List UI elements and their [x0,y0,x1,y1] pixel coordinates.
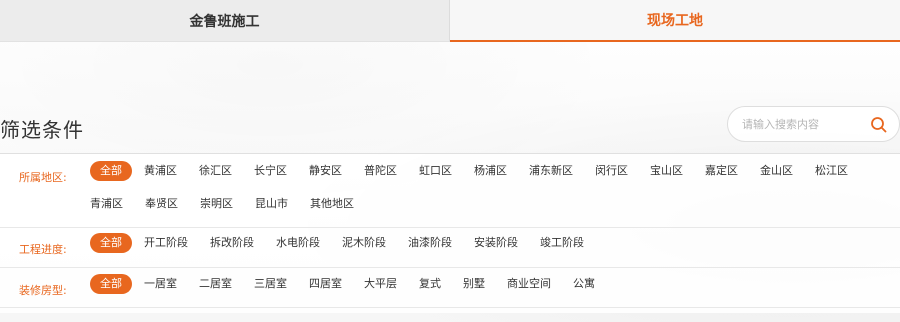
filter-option[interactable]: 杨浦区 [474,161,507,181]
filter-option[interactable]: 黄浦区 [144,161,177,181]
filter-option[interactable]: 大平层 [364,274,397,294]
filter-option[interactable]: 长宁区 [254,161,287,181]
filter-option[interactable]: 静安区 [309,161,342,181]
filter-option[interactable]: 徐汇区 [199,161,232,181]
tab-bar: 金鲁班施工 现场工地 [0,0,900,42]
filter-option[interactable]: 一居室 [144,274,177,294]
filter-label-house-type: 装修房型: [19,284,67,297]
filter-options-house-type: 全部 一居室 二居室 三居室 四居室 大平层 复式 别墅 商业空间 公寓 [90,274,890,294]
filter-option[interactable]: 三居室 [254,274,287,294]
filter-row-district: 所属地区: 全部 黄浦区 徐汇区 长宁区 静安区 普陀区 虹口区 杨浦区 浦东新区 闵行区 宝山区 嘉… [0,154,900,228]
filter-option[interactable]: 闵行区 [595,161,628,181]
filter-option[interactable]: 奉贤区 [145,194,178,214]
filter-option[interactable]: 二居室 [199,274,232,294]
search-box [727,106,900,142]
filter-panel: 所属地区: 全部 黄浦区 徐汇区 长宁区 静安区 普陀区 虹口区 杨浦区 浦东新区 闵行区 宝山区嘉… [0,153,900,313]
filter-option[interactable]: 虹口区 [419,161,452,181]
tab-jinluban-construction[interactable]: 金鲁班施工 [0,0,450,42]
filter-option[interactable]: 普陀区 [364,161,397,181]
filter-option[interactable]: 其他地区 [310,194,354,214]
filter-option[interactable]: 宝山区 [650,161,683,181]
filter-option[interactable]: 浦东新区 [529,161,573,181]
filter-option[interactable]: 开工阶段 [144,233,188,253]
filter-option[interactable]: 昆山市 [255,194,288,214]
filter-option[interactable]: 青浦区 [90,194,123,214]
filter-option[interactable]: 公寓 [573,274,595,294]
tab-site-projects[interactable]: 现场工地 [450,0,900,42]
filter-option[interactable]: 嘉定区 [705,161,738,181]
filter-option[interactable]: 拆改阶段 [210,233,254,253]
filter-option[interactable]: 安装阶段 [474,233,518,253]
filter-option[interactable]: 油漆阶段 [408,233,452,253]
filter-option-all[interactable]: 全部 [90,161,132,181]
filter-option[interactable]: 崇明区 [200,194,233,214]
filter-option[interactable]: 复式 [419,274,441,294]
filter-option[interactable]: 水电阶段 [276,233,320,253]
filter-option[interactable]: 金山区 [760,161,793,181]
filter-label-district: 所属地区: [19,171,67,184]
filter-option-all[interactable]: 全部 [90,274,132,294]
filter-option[interactable]: 泥木阶段 [342,233,386,253]
filter-option-all[interactable]: 全部 [90,233,132,253]
search-icon[interactable] [869,115,889,135]
filter-label-progress: 工程进度: [19,243,67,256]
filter-option[interactable]: 竣工阶段 [540,233,584,253]
filter-title: 筛选条件 [0,118,84,142]
filter-row-house-type: 装修房型: 全部 一居室 二居室 三居室 四居室 大平层 复式 别墅 商业空间 公寓 [0,268,900,308]
filter-option[interactable]: 四居室 [309,274,342,294]
filter-options-progress: 全部 开工阶段 拆改阶段 水电阶段 泥木阶段 油漆阶段 安装阶段 竣工阶段 [90,233,890,253]
filter-option[interactable]: 松江区 [815,161,848,181]
filter-option[interactable]: 别墅 [463,274,485,294]
filter-options-district: 全部 黄浦区 徐汇区 长宁区 静安区 普陀区 虹口区 杨浦区 浦东新区 闵行区 宝山区 嘉定区 金山区 松… [90,161,890,214]
search-input[interactable] [742,109,867,139]
filter-option[interactable]: 商业空间 [507,274,551,294]
filter-row-progress: 工程进度: 全部 开工阶段 拆改阶段 水电阶段 泥木阶段 油漆阶段 安装阶段 竣工阶段 [0,228,900,268]
